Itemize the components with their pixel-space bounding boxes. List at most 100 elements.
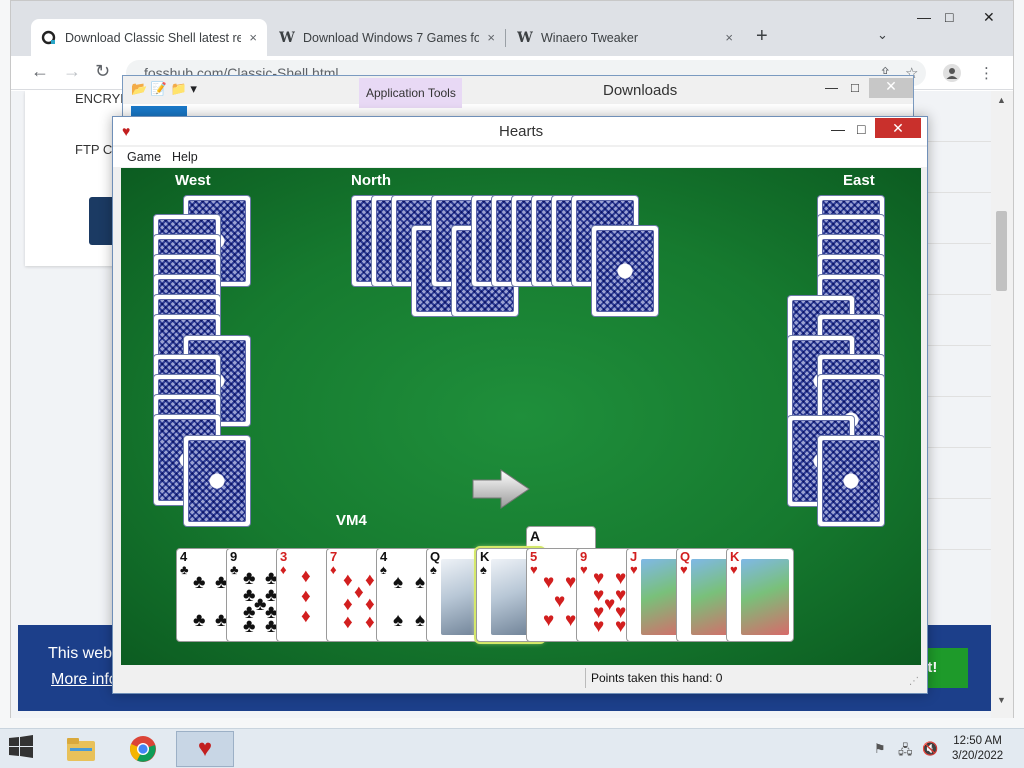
card-suit-icon: ♣	[180, 562, 189, 577]
card-pip-icon: ♦	[301, 586, 311, 607]
new-tab-icon[interactable]: +	[756, 25, 768, 48]
menu-game[interactable]: Game	[127, 150, 161, 164]
windows-start-icon[interactable]	[8, 735, 34, 766]
status-divider	[585, 668, 586, 688]
card-pip-icon: ♥	[615, 616, 627, 637]
file-explorer-icon[interactable]	[52, 731, 110, 767]
card-pip-icon: ♦	[343, 612, 353, 633]
card-suit-icon: ♥	[580, 562, 588, 577]
clock-time: 12:50 AM	[953, 735, 1002, 747]
explorer-titlebar: 📂 📝 📁 ▾ Downloads — □ ✕	[123, 76, 913, 104]
hearts-app-icon: ♥	[122, 123, 131, 139]
points-status: Points taken this hand: 0	[591, 671, 723, 685]
scroll-down-icon[interactable]: ▼	[997, 695, 1006, 705]
scroll-up-icon[interactable]: ▲	[997, 95, 1006, 105]
forward-icon[interactable]: →	[63, 61, 81, 82]
hearts-titlebar: ♥ Hearts — □ ✕	[113, 117, 927, 145]
action-center-icon[interactable]: ⚑	[874, 741, 886, 757]
maximize-icon[interactable]: □	[857, 121, 865, 137]
maximize-icon[interactable]: □	[945, 9, 953, 25]
card-pip-icon: ♠	[415, 610, 426, 631]
taskbar: ♥ ⚑ 🖧 🔇 12:50 AM 3/20/2022	[0, 728, 1024, 768]
ribbon-tab-group-application-tools[interactable]: Application Tools	[359, 78, 462, 108]
card-suit-icon: ♠	[430, 562, 437, 577]
tab-classic-shell[interactable]: Download Classic Shell latest rele ×	[31, 19, 267, 56]
card-pip-icon: ♦	[365, 570, 375, 591]
minimize-icon[interactable]: —	[825, 80, 838, 95]
card-pip-icon: ♦	[354, 582, 364, 603]
scroll-thumb[interactable]	[996, 211, 1007, 291]
card-pip-icon: ♦	[301, 566, 311, 587]
face-card-art	[741, 559, 789, 635]
card-row: ENCRYP	[75, 91, 129, 106]
game-table: West North East VM4 A 4 ♣ ♣ ♣ ♣ ♣ 9 ♣ ♣ …	[121, 168, 921, 665]
status-bar: Points taken this hand: 0 ⋰	[113, 666, 927, 690]
minimize-icon[interactable]: —	[831, 121, 845, 137]
page-scrollbar[interactable]: ▲ ▼	[991, 91, 1013, 718]
card-pip-icon: ♣	[193, 572, 206, 593]
card-pip-icon: ♥	[565, 572, 577, 593]
clock-date: 3/20/2022	[952, 750, 1004, 762]
card-pip-icon: ♥	[543, 610, 555, 631]
back-icon[interactable]: ←	[31, 61, 49, 82]
card-back	[183, 435, 251, 527]
hearts-window: ♥ Hearts — □ ✕ Game Help West North East…	[112, 116, 928, 694]
quick-access-toolbar[interactable]: 📂 📝 📁 ▾	[131, 81, 197, 97]
network-icon[interactable]: 🖧	[898, 741, 913, 763]
reload-icon[interactable]: ↻	[95, 61, 110, 82]
clock[interactable]: 12:50 AM 3/20/2022	[952, 734, 1003, 764]
tab-divider	[505, 29, 506, 47]
winaero-icon: W	[517, 29, 533, 46]
volume-muted-icon[interactable]: 🔇	[922, 741, 938, 757]
close-icon[interactable]: ×	[487, 30, 495, 45]
card-pip-icon: ♣	[243, 616, 256, 637]
menu-help[interactable]: Help	[172, 150, 198, 164]
maximize-icon[interactable]: □	[851, 80, 859, 95]
card-back	[817, 435, 885, 527]
card-pip-icon: ♥	[604, 594, 616, 615]
close-icon[interactable]: ×	[725, 30, 733, 45]
card-pip-icon: ♠	[393, 572, 404, 593]
card-suit-icon: ♠	[380, 562, 387, 577]
hand-card[interactable]: K ♥	[726, 548, 794, 642]
close-window-icon[interactable]: ✕	[869, 78, 913, 98]
close-window-icon[interactable]: ✕	[983, 9, 995, 26]
card-suit-icon: ♥	[680, 562, 688, 577]
card-pip-icon: ♦	[365, 612, 375, 633]
card-pip-icon: ♥	[565, 610, 577, 631]
card-pip-icon: ♥	[543, 572, 555, 593]
menu-dots-icon[interactable]: ⋮	[979, 64, 994, 82]
card-pip-icon: ♦	[343, 570, 353, 591]
menu-bar: Game Help	[113, 147, 927, 167]
card-suit-icon: ♦	[280, 562, 287, 577]
right-list	[921, 91, 991, 651]
chevron-down-icon[interactable]: ⌄	[877, 27, 888, 43]
tab-title: Download Classic Shell latest rele	[65, 30, 242, 45]
card-pip-icon: ♣	[193, 610, 206, 631]
tab-windows7-games[interactable]: W Download Windows 7 Games for ×	[269, 19, 505, 56]
card-suit-icon: ♣	[230, 562, 239, 577]
card-pip-icon: ♦	[301, 606, 311, 627]
tab-title: Download Windows 7 Games for	[303, 30, 480, 45]
close-icon[interactable]: ×	[249, 30, 257, 45]
tab-winaero-tweaker[interactable]: W Winaero Tweaker ×	[507, 19, 743, 56]
resize-grip-icon[interactable]: ⋰	[909, 676, 919, 687]
hearts-icon[interactable]: ♥	[176, 731, 234, 767]
player-north-label: North	[351, 172, 391, 189]
chrome-icon[interactable]	[114, 731, 172, 767]
pass-arrow-icon[interactable]	[471, 468, 531, 510]
player-west-label: West	[175, 172, 211, 189]
card-pip-icon: ♥	[593, 616, 605, 637]
card-pip-icon: ♠	[415, 572, 426, 593]
cookie-text: This web	[48, 645, 113, 662]
cookie-more-link[interactable]: More info	[51, 671, 118, 689]
winaero-icon: W	[279, 29, 295, 46]
tab-title: Winaero Tweaker	[541, 30, 639, 45]
profile-icon[interactable]	[943, 64, 961, 86]
card-suit-icon: ♥	[730, 562, 738, 577]
minimize-icon[interactable]: —	[917, 9, 931, 25]
card-suit-icon: ♥	[530, 562, 538, 577]
card-back	[591, 225, 659, 317]
card-suit-icon: ♥	[630, 562, 638, 577]
close-window-icon[interactable]: ✕	[875, 118, 921, 138]
